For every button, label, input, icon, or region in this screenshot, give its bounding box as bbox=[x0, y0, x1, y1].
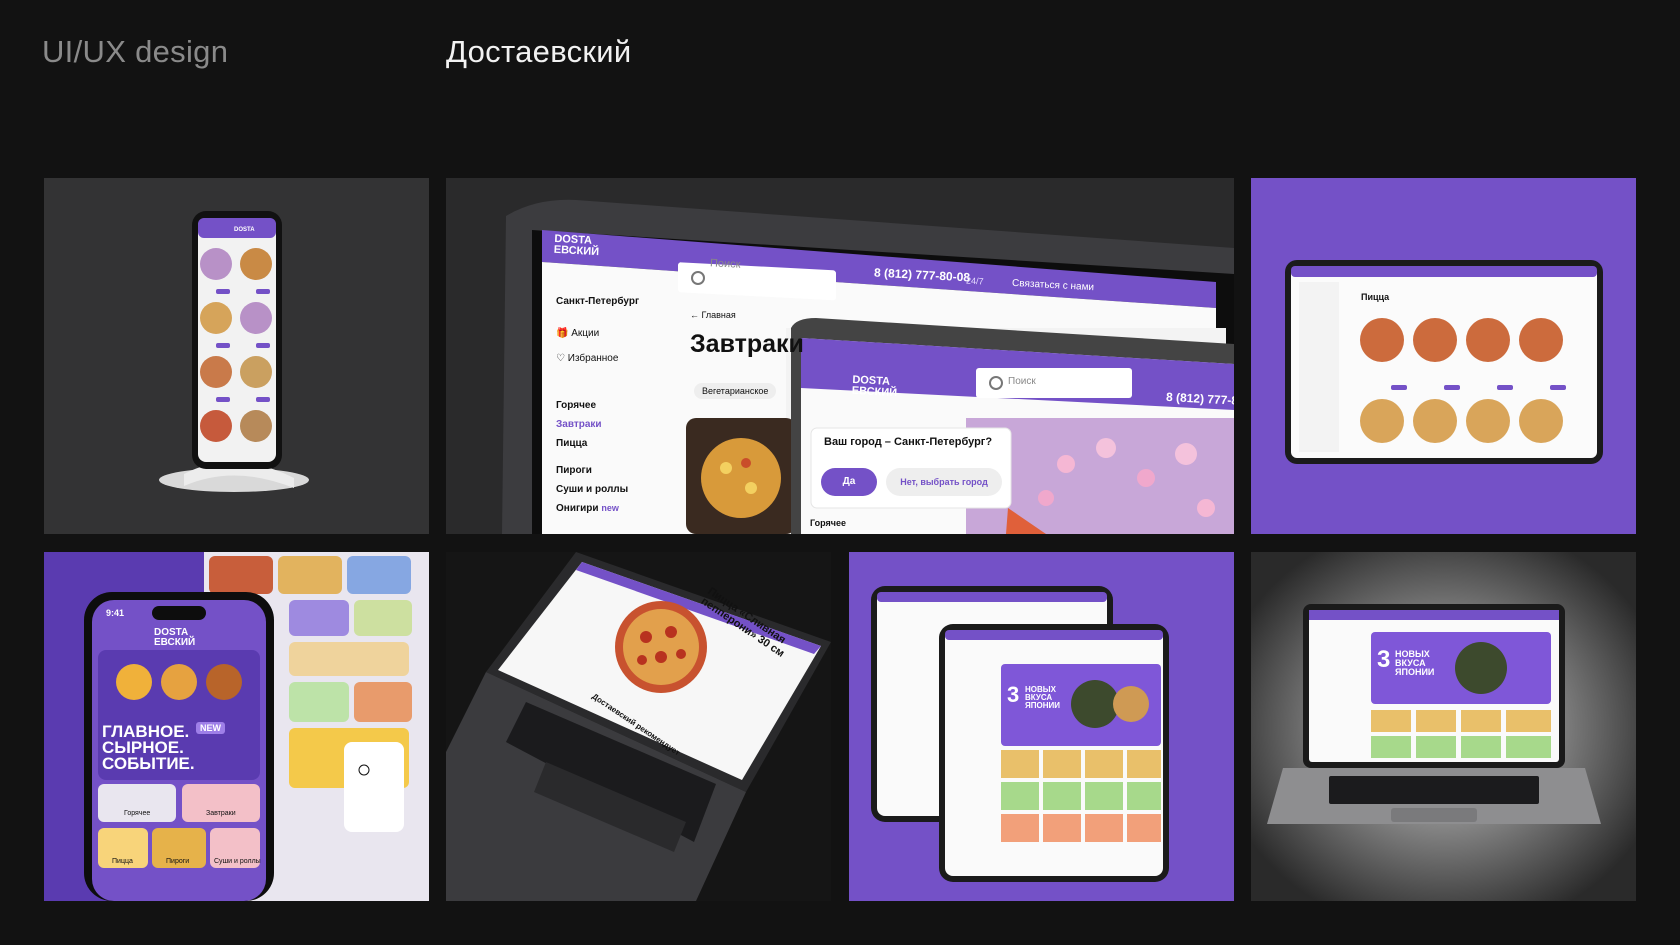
section-category-label: UI/UX design bbox=[42, 34, 229, 69]
tab-banner-number: 3 bbox=[1007, 682, 1020, 707]
laptop-banner-number: 3 bbox=[1377, 646, 1391, 673]
tablet-search-input[interactable]: Поиск bbox=[710, 257, 741, 271]
tablet-phone-badge: 24/7 bbox=[965, 275, 984, 287]
tablet-category-item[interactable]: Завтраки bbox=[556, 415, 628, 434]
tablet-nav-favorites-label: Избранное bbox=[567, 353, 619, 364]
tablet-nav-promos[interactable]: 🎁 Акции bbox=[556, 328, 599, 339]
phone-cat-item[interactable]: Горячее bbox=[124, 810, 150, 817]
phone-cat-item[interactable]: Завтраки bbox=[206, 810, 236, 817]
tablet-category-item[interactable]: Суши и роллы bbox=[556, 480, 628, 499]
city-yes-button[interactable]: Да bbox=[821, 468, 877, 496]
tablet2-footer-category[interactable]: Горячее bbox=[810, 518, 846, 528]
phone-cat-item[interactable]: Пицца bbox=[112, 858, 133, 865]
tablet-city-select[interactable]: Санкт-Петербург bbox=[556, 296, 639, 307]
gift-icon: 🎁 bbox=[556, 328, 572, 339]
phone-promo-banner[interactable]: ГЛАВНОЕ. СЫРНОЕ. СОБЫТИЕ. bbox=[102, 723, 195, 773]
tablet-page-title: Завтраки bbox=[690, 330, 804, 358]
mockup-two-tablets[interactable]: 3 НОВЫХ ВКУСА ЯПОНИИ bbox=[849, 552, 1234, 901]
mockup-laptop-front[interactable]: 3 НОВЫХ ВКУСА ЯПОНИИ bbox=[1251, 552, 1636, 901]
tablet-filter-chip[interactable]: Вегетарианское bbox=[694, 383, 777, 399]
tablet-category-label: Онигири bbox=[556, 503, 599, 514]
mockup-phone-app[interactable]: 9:41 DOSTA EВСКИЙ ГЛАВНОЕ. СЫРНОЕ. СОБЫТ… bbox=[44, 552, 429, 901]
tablet2-logo-line2: EВСКИЙ bbox=[851, 384, 898, 400]
tablet-category-item[interactable]: Пицца bbox=[556, 434, 628, 453]
phone-cat-item[interactable]: Суши и роллы bbox=[214, 858, 261, 865]
tablet-pizza-page-title: Пицца bbox=[1361, 292, 1390, 302]
phone-cat-item[interactable]: Пироги bbox=[166, 858, 189, 865]
new-badge: new bbox=[601, 503, 619, 513]
mockup-tablet-pizza[interactable]: Пицца bbox=[1251, 178, 1636, 534]
tablet-breadcrumb-label: Главная bbox=[701, 310, 736, 320]
phone-logo-text: DOSTA bbox=[234, 227, 255, 233]
laptop-banner-line-3: ЯПОНИИ bbox=[1395, 667, 1435, 677]
tablet-nav-promos-label: Акции bbox=[571, 328, 600, 339]
city-question: Ваш город – Санкт-Петербург? bbox=[824, 436, 993, 448]
heart-icon: ♡ bbox=[556, 353, 568, 364]
tablet-category-item[interactable]: Горячее bbox=[556, 396, 628, 415]
city-no-button[interactable]: Нет, выбрать город bbox=[886, 468, 1002, 496]
tablet-category-item[interactable]: Пироги bbox=[556, 461, 628, 480]
promo-line-3: СОБЫТИЕ. bbox=[102, 754, 195, 773]
phone-app-logo-line2: EВСКИЙ bbox=[154, 637, 196, 648]
tablet-logo-line2: EВСКИЙ bbox=[553, 243, 600, 259]
tab-banner-text: НОВЫХ ВКУСА ЯПОНИИ bbox=[1025, 686, 1060, 710]
tablet-breadcrumb[interactable]: ← Главная bbox=[690, 310, 736, 320]
tablet-category-list: Горячее Завтраки Пицца Пироги Суши и рол… bbox=[556, 396, 628, 518]
tablet-category-item[interactable]: Онигири new bbox=[556, 499, 628, 518]
promo-new-badge: NEW bbox=[196, 722, 225, 734]
mockup-tablet-closeup[interactable]: DOSTA EВСКИЙ Поиск 8 (812) 777-80-08 24/… bbox=[446, 178, 1234, 534]
tablet2-search-input[interactable]: Поиск bbox=[1008, 376, 1036, 387]
mockup-laptop-tilted[interactable]: Пицца «Сливная пепперони» 30 см Достаевс… bbox=[446, 552, 831, 901]
tab-banner-line-3: ЯПОНИИ bbox=[1025, 701, 1060, 710]
laptop-banner-text: НОВЫХ ВКУСА ЯПОНИИ bbox=[1395, 650, 1434, 677]
phone-status-time: 9:41 bbox=[106, 608, 125, 618]
tablet-nav-favorites[interactable]: ♡ Избранное bbox=[556, 353, 618, 364]
project-title: Достаевский bbox=[446, 34, 632, 69]
arrow-left-icon: ← bbox=[690, 310, 702, 320]
mockup-phone-stand[interactable]: DOSTA bbox=[44, 178, 429, 534]
